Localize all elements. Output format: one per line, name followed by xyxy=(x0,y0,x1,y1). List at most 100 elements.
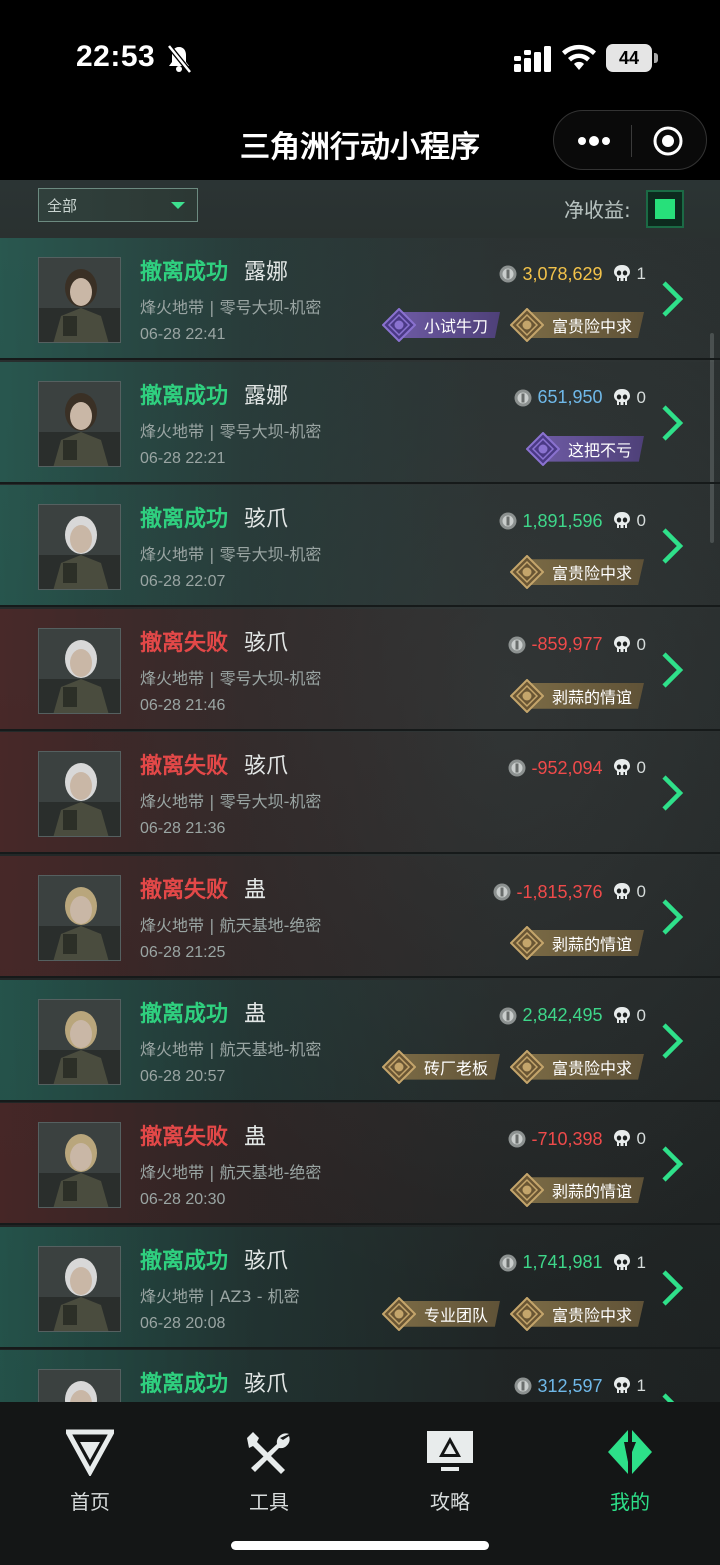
value-block: 3,078,629 1 xyxy=(499,262,646,286)
more-icon[interactable] xyxy=(576,129,612,153)
kill-count: 0 xyxy=(636,758,646,778)
kill-count: 1 xyxy=(636,264,646,283)
badge-emblem-icon xyxy=(381,1296,416,1331)
achievement-badge: 富贵险中求 xyxy=(509,1049,644,1084)
chevron-right-icon[interactable] xyxy=(660,898,686,936)
tab-profile[interactable]: 我的 xyxy=(570,1428,690,1528)
value-block: -710,398 0 xyxy=(508,1127,646,1151)
match-time: 06-28 21:46 xyxy=(140,696,226,714)
kill-count: 1 xyxy=(636,1376,646,1396)
value-block: 651,950 0 xyxy=(514,386,646,410)
skull-icon xyxy=(613,1253,630,1270)
record-row[interactable]: 撤离失败 骇爪 烽火地带 | 零号大坝-机密 06-28 21:36 -952,… xyxy=(0,732,720,855)
operator-name: 蛊 xyxy=(244,878,267,903)
achievement-badge: 剥蒜的情谊 xyxy=(509,1173,644,1208)
badge-emblem-icon xyxy=(509,308,544,342)
kill-count: 0 xyxy=(636,1129,646,1149)
badge-emblem-icon xyxy=(509,1173,544,1208)
extraction-status: 撤离成功 xyxy=(140,260,229,285)
badge-emblem-icon xyxy=(509,926,544,960)
tab-guides[interactable]: 攻略 xyxy=(390,1428,510,1528)
chevron-right-icon[interactable] xyxy=(660,1269,686,1307)
badge-list: 富贵险中求 xyxy=(509,555,644,590)
match-time: 06-28 21:25 xyxy=(140,944,226,961)
coin-icon xyxy=(508,759,526,777)
record-row[interactable]: 撤离成功 骇爪 312,597 1 xyxy=(0,1350,720,1402)
chevron-right-icon[interactable] xyxy=(660,1392,686,1402)
capsule-divider xyxy=(631,125,632,157)
battery-indicator: 44 xyxy=(606,44,658,72)
extraction-status: 撤离失败 xyxy=(140,630,229,656)
skull-icon xyxy=(613,883,630,899)
record-row[interactable]: 撤离成功 蛊 烽火地带 | 航天基地-机密 06-28 20:57 2,842,… xyxy=(0,979,720,1102)
battery-level: 44 xyxy=(606,44,652,72)
badge-label: 专业团队 xyxy=(423,1305,488,1325)
coin-icon xyxy=(499,265,517,283)
record-row[interactable]: 撤离失败 蛊 烽火地带 | 航天基地-绝密 06-28 21:25 -1,815… xyxy=(0,856,720,978)
net-income-toggle[interactable] xyxy=(646,190,684,228)
coin-icon xyxy=(514,389,532,407)
record-row[interactable]: 撤离成功 骇爪 烽火地带 | 零号大坝-机密 06-28 22:07 1,891… xyxy=(0,485,720,608)
kill-count: 0 xyxy=(636,1005,646,1025)
net-value: -710,398 xyxy=(531,1128,603,1149)
operator-name: 蛊 xyxy=(244,1001,267,1027)
net-value: -1,815,376 xyxy=(516,881,603,902)
coin-icon xyxy=(493,883,511,901)
battery-tip xyxy=(654,53,658,63)
chevron-right-icon[interactable] xyxy=(660,1022,686,1060)
value-block: 312,597 1 xyxy=(514,1374,646,1398)
match-time: 06-28 22:41 xyxy=(140,326,226,343)
badge-list: 剥蒜的情谊 xyxy=(509,678,644,713)
badge-emblem-icon xyxy=(509,678,544,713)
achievement-badge: 剥蒜的情谊 xyxy=(509,678,644,713)
wifi-icon xyxy=(562,44,596,70)
extraction-status: 撤离成功 xyxy=(140,507,229,533)
achievement-badge: 富贵险中求 xyxy=(509,1296,644,1331)
badge-list: 这把不亏 xyxy=(525,431,644,466)
coin-icon xyxy=(508,636,526,654)
chevron-right-icon[interactable] xyxy=(660,280,686,318)
operator-name: 骇爪 xyxy=(244,1248,289,1274)
value-block: -952,094 0 xyxy=(508,756,646,780)
chevron-right-icon[interactable] xyxy=(660,527,686,565)
match-time: 06-28 22:07 xyxy=(140,573,226,591)
badge-label: 小试牛刀 xyxy=(423,317,488,336)
skull-icon xyxy=(613,388,630,405)
profile-logo-icon xyxy=(608,1430,652,1474)
mode-filter-select[interactable]: 全部 xyxy=(38,188,198,222)
coin-icon xyxy=(514,1377,532,1395)
chevron-right-icon[interactable] xyxy=(660,1145,686,1183)
badge-label: 这把不亏 xyxy=(567,440,632,460)
record-row[interactable]: 撤离成功 骇爪 烽火地带 | AZ3 - 机密 06-28 20:08 1,74… xyxy=(0,1226,720,1349)
chevron-right-icon[interactable] xyxy=(660,404,686,442)
operator-avatar xyxy=(38,627,121,714)
monitor-guide-icon xyxy=(427,1431,473,1471)
record-row[interactable]: 撤离成功 露娜 烽火地带 | 零号大坝-机密 06-28 22:41 3,078… xyxy=(0,238,720,360)
mode-map: 烽火地带 | 零号大坝-机密 xyxy=(140,298,322,317)
tab-home[interactable]: 首页 xyxy=(30,1428,150,1528)
achievement-badge: 剥蒜的情谊 xyxy=(509,926,644,960)
match-record-list[interactable]: 撤离成功 露娜 烽火地带 | 零号大坝-机密 06-28 22:41 3,078… xyxy=(0,238,720,1402)
achievement-badge: 富贵险中求 xyxy=(509,555,644,590)
skull-icon xyxy=(613,1006,630,1023)
chevron-right-icon[interactable] xyxy=(660,651,686,689)
coin-icon xyxy=(499,1254,517,1272)
badge-emblem-icon xyxy=(381,1049,416,1084)
extraction-status: 撤离失败 xyxy=(140,1125,229,1151)
operator-avatar xyxy=(38,998,121,1085)
net-value: 3,078,629 xyxy=(522,263,603,284)
mode-map: 烽火地带 | AZ3 - 机密 xyxy=(140,1286,300,1306)
net-income-toggle-fill xyxy=(655,199,675,219)
mode-map: 烽火地带 | 零号大坝-机密 xyxy=(140,545,322,565)
record-row[interactable]: 撤离失败 骇爪 烽火地带 | 零号大坝-机密 06-28 21:46 -859,… xyxy=(0,608,720,731)
mode-filter-value: 全部 xyxy=(47,197,78,215)
close-mini-program-icon[interactable] xyxy=(652,125,684,157)
operator-avatar xyxy=(38,257,121,343)
chevron-right-icon[interactable] xyxy=(660,774,686,812)
record-row[interactable]: 撤离成功 露娜 烽火地带 | 零号大坝-机密 06-28 22:21 651,9… xyxy=(0,361,720,484)
record-row[interactable]: 撤离失败 蛊 烽火地带 | 航天基地-绝密 06-28 20:30 -710,3… xyxy=(0,1103,720,1226)
extraction-status: 撤离成功 xyxy=(140,1372,229,1398)
tab-tools[interactable]: 工具 xyxy=(209,1428,329,1528)
badge-emblem-icon xyxy=(381,308,416,342)
skull-icon xyxy=(613,265,630,281)
